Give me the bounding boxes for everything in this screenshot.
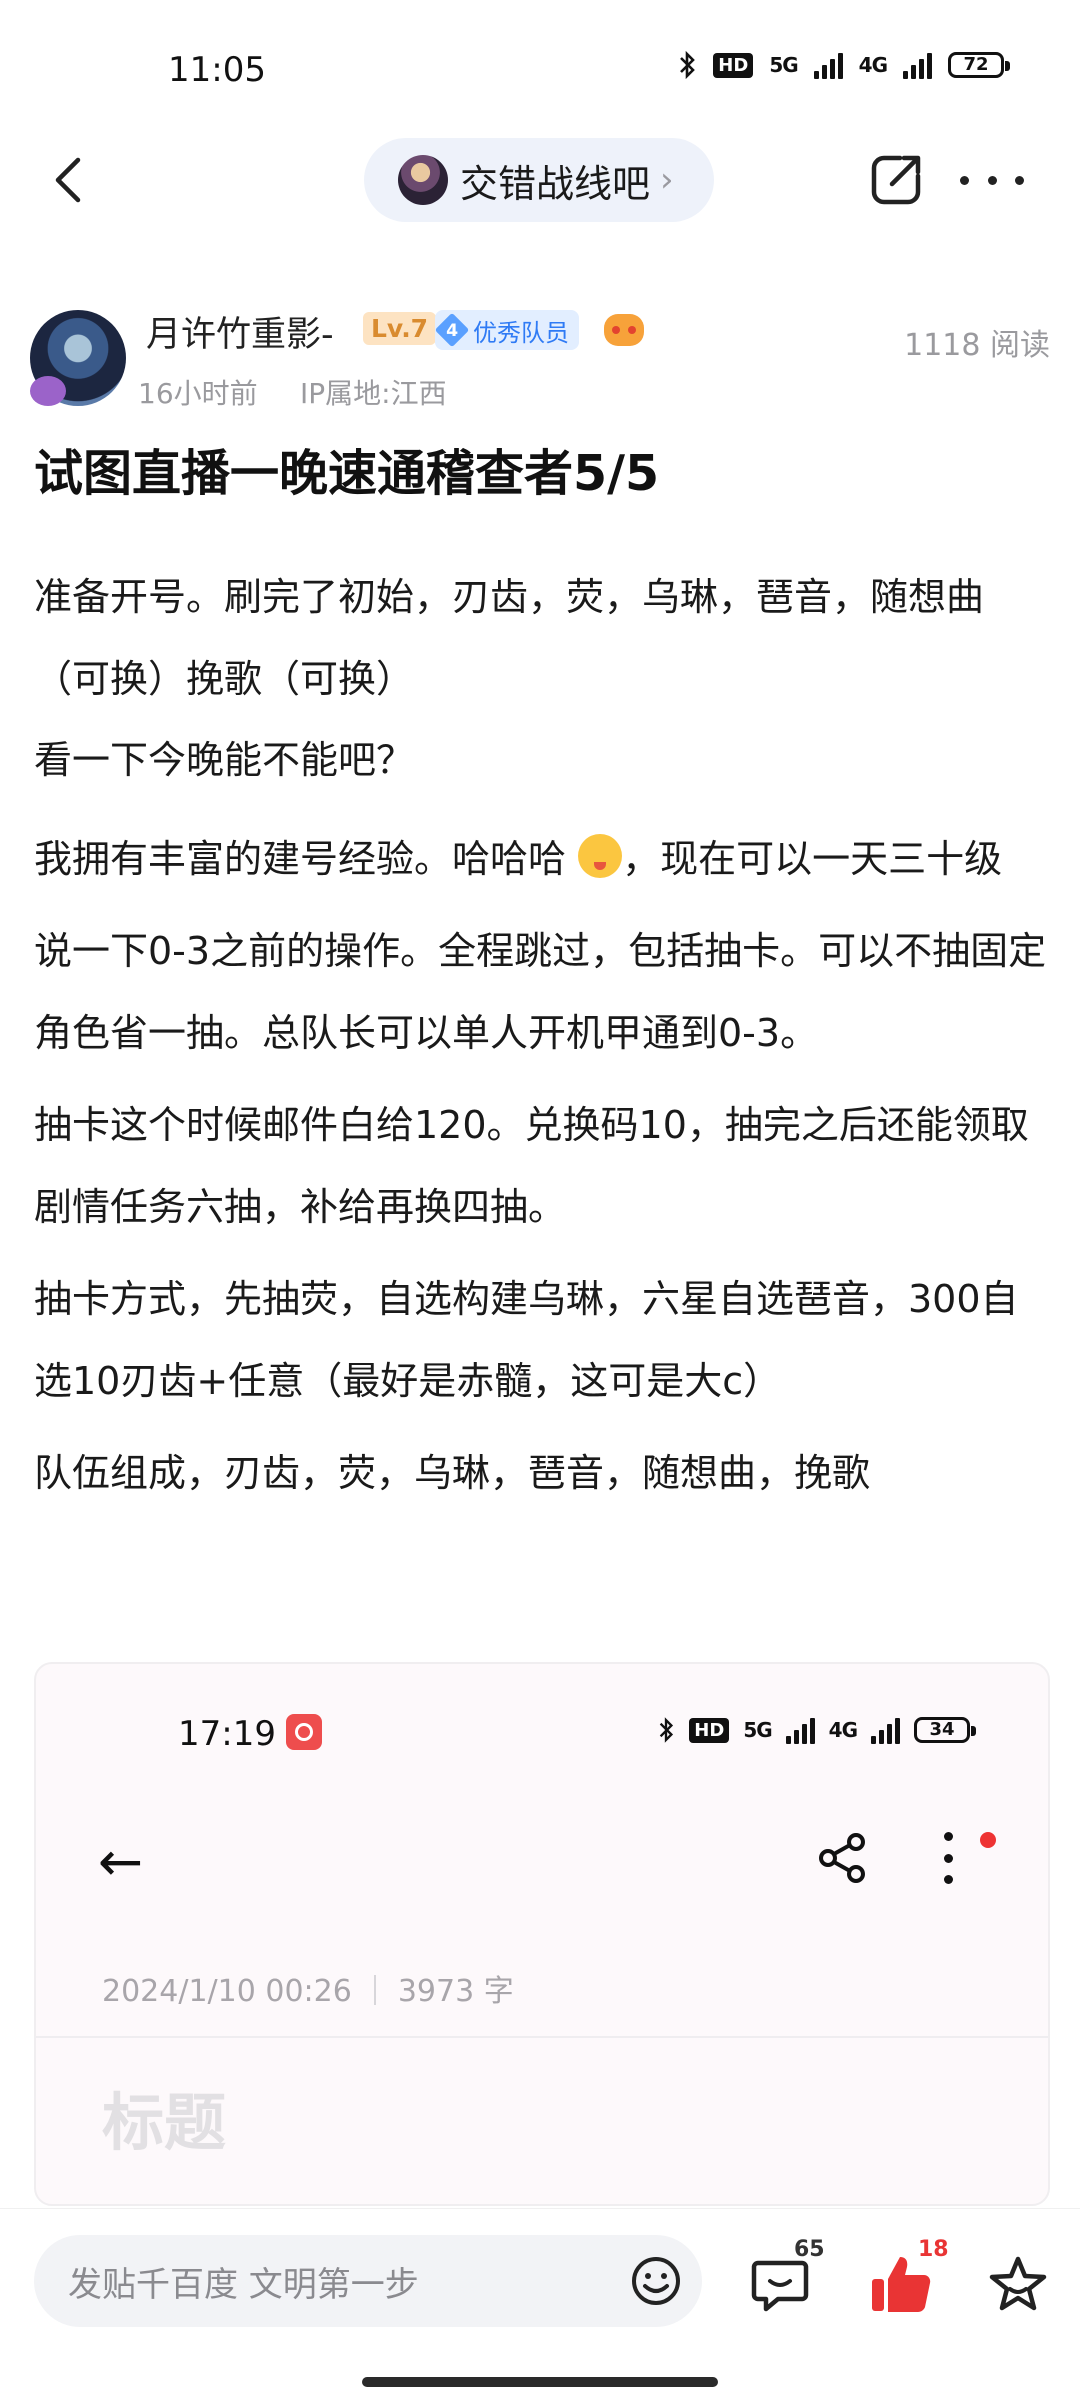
level-badge: Lv.7: [363, 312, 437, 345]
post-paragraph: 我拥有丰富的建号经验。哈哈哈 ，现在可以一天三十级: [34, 818, 1050, 900]
author-row: 月许竹重影- Lv.7 4 优秀队员 1118 阅读 16小时前 IP属地:江西: [30, 306, 1050, 416]
bottom-action-bar: 发贴千百度 文明第一步 65 18: [0, 2208, 1080, 2401]
5g-label: 5G: [743, 1718, 772, 1742]
bluetooth-icon: [660, 1717, 674, 1743]
diamond-icon: 4: [434, 312, 470, 348]
back-icon[interactable]: [40, 150, 100, 210]
menu-dots-icon: [942, 1832, 954, 1884]
emoji-icon[interactable]: [630, 2255, 682, 2307]
like-count: 18: [918, 2237, 949, 2262]
more-options-icon[interactable]: [960, 152, 1024, 208]
post-paragraph: 抽卡这个时候邮件白给120。兑换码10，抽完之后还能领取剧情任务六抽，补给再换四…: [34, 1103, 1029, 1229]
read-count: 1118 阅读: [904, 328, 1050, 363]
4g-label: 4G: [858, 53, 888, 77]
battery-icon: 34: [914, 1717, 976, 1743]
bluetooth-icon: [680, 50, 696, 80]
comment-input[interactable]: 发贴千百度 文明第一步: [34, 2235, 702, 2327]
arrow-left-icon: ←: [98, 1830, 144, 1893]
title-placeholder: 标题: [102, 2086, 227, 2159]
post-paragraph: 看一下今晚能不能吧？: [34, 738, 415, 782]
status-bar: 11:05 HD 5G 4G 72: [0, 0, 1080, 140]
top-nav-bar: 交错战线吧 ›: [0, 130, 1080, 230]
forum-name: 交错战线吧: [460, 161, 651, 206]
share-icon: [819, 1833, 865, 1883]
signal-icon: [871, 1716, 900, 1744]
embedded-meta: 2024/1/10 00:26 3973 字: [102, 1974, 514, 2009]
ip-location: IP属地:江西: [300, 377, 447, 410]
forum-pill-button[interactable]: 交错战线吧 ›: [364, 138, 714, 222]
embedded-screenshot[interactable]: 17:19 HD 5G 4G 34 ← 2024/1/10 00:26 3973 …: [34, 1662, 1050, 2206]
avatar-badge-icon: [30, 376, 66, 406]
yum-emoji-icon: [578, 834, 623, 878]
post-title: 试图直播一晚速通稽查者5/5: [34, 445, 660, 502]
signal-4g-icon: [903, 51, 932, 79]
gamepad-icon: [604, 314, 644, 346]
chevron-right-icon: ›: [660, 160, 674, 200]
author-name[interactable]: 月许竹重影-: [146, 306, 334, 357]
signal-5g-icon: [813, 51, 843, 79]
post-paragraph: 准备开号。刷完了初始，刃齿，荧，乌琳，琶音，随想曲（可换）挽歌（可换）: [34, 575, 985, 701]
4g-label: 4G: [828, 1718, 858, 1742]
forum-avatar: [398, 155, 448, 205]
status-time: 11:05: [168, 50, 266, 90]
hd-voice-icon: HD: [689, 1717, 730, 1743]
star-icon[interactable]: [986, 2253, 1050, 2317]
comment-placeholder: 发贴千百度 文明第一步: [68, 2264, 419, 2305]
embedded-status-icons: HD 5G 4G 34: [657, 1716, 976, 1744]
notification-dot: [980, 1832, 996, 1848]
role-badge: 4 优秀队员: [434, 310, 579, 350]
home-indicator[interactable]: [362, 2377, 718, 2387]
status-icons: HD 5G 4G 72: [677, 50, 1010, 80]
post-paragraph: 抽卡方式，先抽荧，自选构建乌琳，六星自选琶音，300自选10刃齿+任意（最好是赤…: [34, 1277, 1019, 1403]
post-time: 16小时前: [138, 377, 258, 410]
reply-count: 65: [794, 2237, 825, 2262]
embedded-time: 17:19: [178, 1714, 276, 1754]
role-label: 优秀队员: [473, 318, 569, 347]
battery-icon: 72: [948, 52, 1010, 78]
signal-icon: [785, 1716, 815, 1744]
5g-label: 5G: [769, 53, 798, 77]
share-edit-icon[interactable]: [866, 150, 926, 210]
hd-voice-icon: HD: [713, 52, 754, 78]
post-paragraph: 说一下0-3之前的操作。全程跳过，包括抽卡。可以不抽固定角色省一抽。总队长可以单…: [34, 929, 1047, 1055]
record-icon: [286, 1714, 322, 1750]
post-body: 准备开号。刷完了初始，刃齿，荧，乌琳，琶音，随想曲（可换）挽歌（可换） 看一下今…: [34, 556, 1050, 1524]
divider: [36, 2036, 1048, 2038]
post-paragraph: 队伍组成，刃齿，荧，乌琳，琶音，随想曲，挽歌: [34, 1451, 871, 1495]
